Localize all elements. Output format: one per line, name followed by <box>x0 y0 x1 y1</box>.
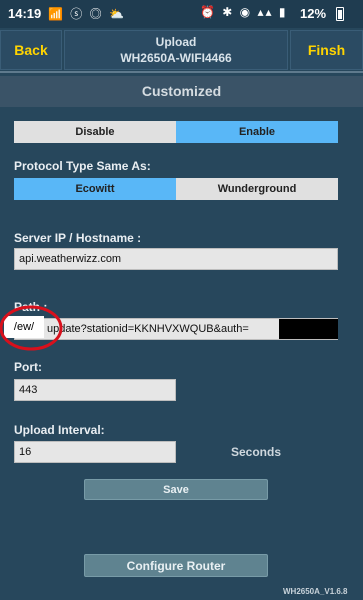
server-input[interactable]: api.weatherwizz.com <box>14 248 338 270</box>
port-label: Port: <box>14 360 42 374</box>
system-icons: ⏰ ✱ ◉ ▴▴ ▮ <box>200 5 288 19</box>
configure-router-button[interactable]: Configure Router <box>84 554 268 577</box>
save-button[interactable]: Save <box>84 479 268 500</box>
protocol-ecowitt-option[interactable]: Ecowitt <box>14 178 176 200</box>
header-divider <box>0 71 363 73</box>
protocol-wunderground-option[interactable]: Wunderground <box>176 178 338 200</box>
title-line-1: Upload <box>155 35 197 49</box>
interval-label: Upload Interval: <box>14 423 105 437</box>
enable-option[interactable]: Enable <box>176 121 338 143</box>
interval-unit: Seconds <box>231 445 282 459</box>
redaction-box <box>279 319 338 339</box>
disable-option[interactable]: Disable <box>14 121 176 143</box>
server-label: Server IP / Hostname : <box>14 231 142 245</box>
protocol-label: Protocol Type Same As: <box>14 159 151 173</box>
section-title: Customized <box>0 76 363 107</box>
title-line-2: WH2650A-WIFI4466 <box>120 51 232 65</box>
status-time: 14:19 <box>8 6 42 21</box>
port-input[interactable]: 443 <box>14 379 176 401</box>
page-title: Upload WH2650A-WIFI4466 <box>64 30 288 70</box>
status-bar: 14:19 📶 ⓢ ◎ ⛅ ⏰ ✱ ◉ ▴▴ ▮ 12% <box>0 0 363 28</box>
annotation-circle <box>0 305 63 351</box>
finish-button[interactable]: Finsh <box>290 30 363 70</box>
back-button[interactable]: Back <box>0 30 62 70</box>
battery-percentage: 12% <box>300 6 327 21</box>
battery-icon <box>336 7 344 21</box>
version-label: WH2650A_V1.6.8 <box>283 587 348 596</box>
notification-icons: 📶 ⓢ ◎ ⛅ <box>48 7 126 21</box>
interval-input[interactable]: 16 <box>14 441 176 463</box>
